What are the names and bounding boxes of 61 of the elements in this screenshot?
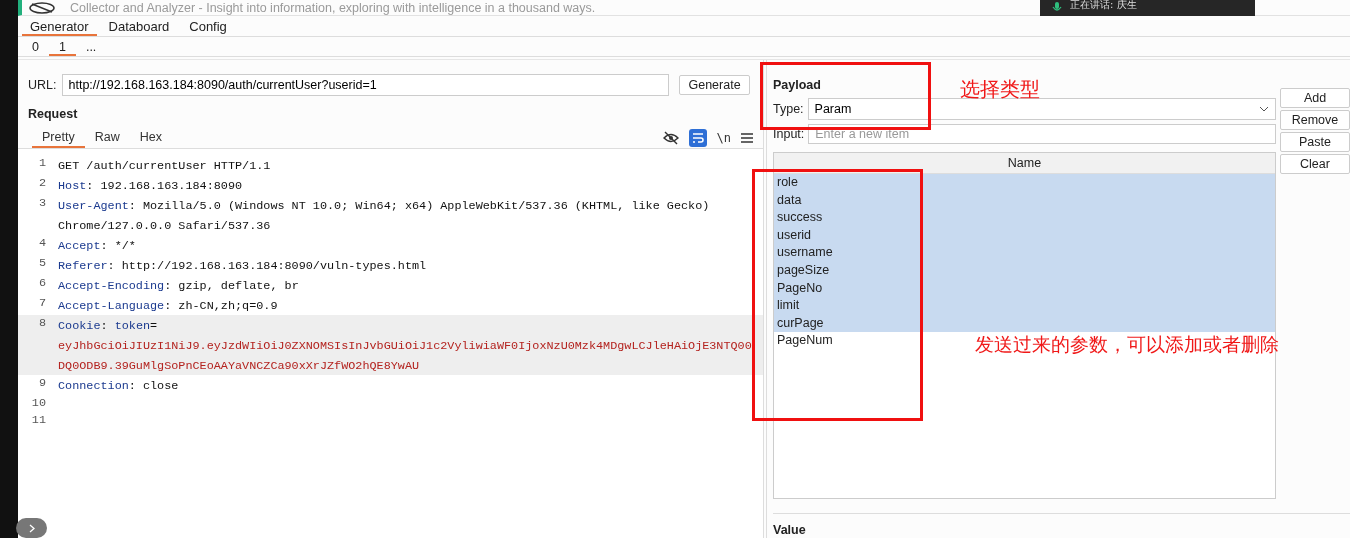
line-number: 6 xyxy=(37,275,47,292)
main-tab[interactable]: Databoard xyxy=(100,16,178,36)
chevron-down-icon xyxy=(1259,106,1269,112)
view-tab[interactable]: Raw xyxy=(84,128,130,148)
annotation-text: 选择类型 xyxy=(960,78,1040,101)
payload-item[interactable]: username xyxy=(774,244,1275,262)
payload-item[interactable]: PageNum xyxy=(774,332,836,350)
sub-tab[interactable]: 1 xyxy=(48,37,76,56)
type-select[interactable]: Param xyxy=(807,98,1276,120)
code-line: Referer: http://192.168.163.184:8090/vuln-types.html xyxy=(58,259,427,273)
sub-tab[interactable]: 0 xyxy=(22,37,49,56)
list-action-button[interactable]: Paste xyxy=(1280,132,1350,152)
list-action-button[interactable]: Remove xyxy=(1280,110,1350,130)
request-heading: Request xyxy=(28,107,78,121)
line-number: 7 xyxy=(37,295,47,312)
chevron-right-icon xyxy=(28,523,35,533)
code-line: Accept: */* xyxy=(58,239,136,253)
input-label: Input: xyxy=(773,127,805,141)
line-number: 3 xyxy=(37,195,47,212)
list-action-button[interactable]: Add xyxy=(1280,88,1350,108)
type-label: Type: xyxy=(773,102,804,116)
view-tab[interactable]: Hex xyxy=(129,128,172,148)
line-number: 9 xyxy=(37,375,47,392)
newline-toggle[interactable]: \n xyxy=(716,131,731,145)
generate-button[interactable]: Generate xyxy=(679,75,750,95)
url-field[interactable]: http://192.168.163.184:8090/auth/currentUser?userid=1 xyxy=(62,74,670,96)
code-line: Host: 192.168.163.184:8090 xyxy=(58,179,243,193)
code-line: eyJhbGciOiJIUzI1NiJ9.eyJzdWIiOiJ0ZXNOMSIsInJvbGUiOiJ1c2VyliwiaWF0IjoxNzU0Mzk4MDgwLCJleHAiOjE3NTQ00 xyxy=(58,339,752,353)
line-number: 2 xyxy=(37,175,47,192)
value-heading: Value xyxy=(773,523,806,537)
main-tab[interactable]: Config xyxy=(181,16,235,36)
speaking-text: 正在讲话: 庆生 xyxy=(1070,0,1137,10)
sub-tab[interactable]: ... xyxy=(75,37,107,56)
annotation-text: 发送过来的参数，可以添加或者删除 xyxy=(975,333,1279,355)
line-number: 5 xyxy=(37,255,47,272)
payload-item[interactable]: success xyxy=(774,209,1275,227)
code-line: Accept-Language: zh-CN,zh;q=0.9 xyxy=(58,299,278,313)
line-number: 8 xyxy=(37,315,47,332)
payload-item[interactable]: limit xyxy=(774,297,1275,315)
code-line: GET /auth/currentUser HTTP/1.1 xyxy=(58,159,271,173)
code-line: Cookie: token= xyxy=(58,319,158,333)
menu-icon[interactable] xyxy=(741,133,753,143)
column-header: Name xyxy=(774,153,1275,174)
url-label: URL: xyxy=(28,78,57,92)
code-line: Connection: close xyxy=(58,379,179,393)
code-line: User-Agent: Mozilla/5.0 (Windows NT 10.0; Win64; x64) AppleWebKit/537.36 (KHTML, like Gecko) xyxy=(58,199,710,213)
line-number: 4 xyxy=(37,235,47,252)
line-number: 1 xyxy=(37,155,47,172)
payload-item[interactable]: role xyxy=(774,174,1275,192)
app-logo xyxy=(28,0,56,15)
code-line: DQ0ODB9.39GuMlgSoPnCEoAAYaVNCZCa90xXrJZfWO2hQE8YwAU xyxy=(58,359,420,373)
wrap-toggle-icon[interactable] xyxy=(688,129,707,147)
line-number: 11 xyxy=(30,412,47,429)
line-number: 10 xyxy=(30,395,47,412)
code-line: Chrome/127.0.0.0 Safari/537.36 xyxy=(58,219,271,233)
main-tab[interactable]: Generator xyxy=(22,16,97,36)
code-line: Accept-Encoding: gzip, deflate, br xyxy=(58,279,299,293)
hidden-eye-icon[interactable] xyxy=(662,131,679,145)
list-action-button[interactable]: Clear xyxy=(1280,154,1350,174)
window-title: Collector and Analyzer - Insight into information, exploring with intelligence in a thousand ways. xyxy=(70,0,596,15)
payload-heading: Payload xyxy=(773,78,821,92)
